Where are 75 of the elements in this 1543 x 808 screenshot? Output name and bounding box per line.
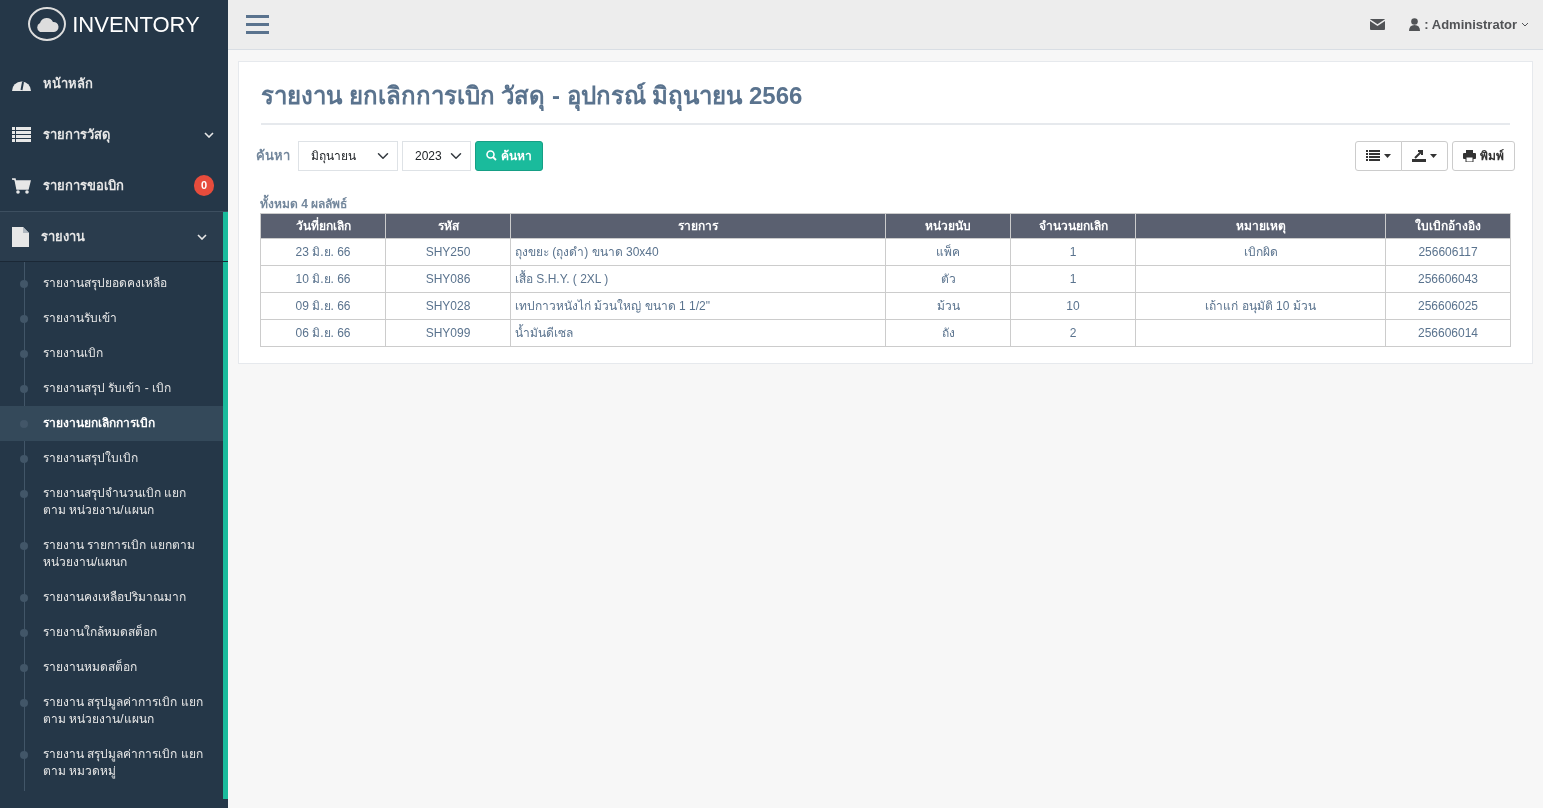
sidebar-item[interactable]: รายงาน [0,211,228,262]
table-cell: SHY028 [385,292,511,320]
file-icon [12,226,29,247]
table-cell: 1 [1010,265,1136,293]
table-cell: ถุงขยะ (ถุงดำ) ขนาด 30x40 [510,238,886,266]
submenu-item[interactable]: รายงาน รายการเบิก แยกตาม หน่วยงาน/แผนก [0,528,223,580]
columns-button[interactable] [1355,140,1402,171]
table-cell: น้ำมันดีเซล [510,319,886,347]
page-title: รายงาน ยกเลิกการเบิก วัสดุ - อุปกรณ์ มิถุนายน 2566 [261,82,1510,125]
table-cell: SHY086 [385,265,511,293]
column-header: จำนวนยกเลิก [1010,213,1136,239]
submenu-item[interactable]: รายงานใกล้หมดสต็อก [0,615,223,650]
list-icon [12,127,31,142]
submenu-item[interactable]: รายงานสรุปยอดคงเหลือ [0,266,223,301]
table-cell: แพ็ค [885,238,1011,266]
table-cell: 06 มิ.ย. 66 [260,319,386,347]
envelope-icon[interactable] [1370,19,1386,30]
table-cell: 256606117 [1385,238,1511,266]
submenu-item[interactable]: รายงานยกเลิกการเบิก [0,406,223,441]
table-cell: SHY250 [385,238,511,266]
brand-name: INVENTORY [72,10,200,39]
count-badge: 0 [193,175,214,196]
table-cell: 2 [1010,319,1136,347]
table-cell: ม้วน [885,292,1011,320]
column-header: รายการ [510,213,886,239]
table-cell: เสื้อ S.H.Y. ( 2XL ) [510,265,886,293]
export-icon [1412,149,1426,163]
column-header: วันที่ยกเลิก [260,213,386,239]
table-cell: 1 [1010,238,1136,266]
table-cell: SHY099 [385,319,511,347]
table-cell: 10 [1010,292,1136,320]
table-cell: 256606025 [1385,292,1511,320]
submenu-item[interactable]: รายงานคงเหลือปริมาณมาก [0,580,223,615]
submenu-item[interactable]: รายงานสรุปจำนวนเบิก แยกตาม หน่วยงาน/แผนก [0,476,223,528]
table-cell: เถ้าแก่ อนุมัติ 10 ม้วน [1135,292,1386,320]
table-cell: 10 มิ.ย. 66 [260,265,386,293]
submenu-item[interactable]: รายงานเบิก [0,336,223,371]
caret-icon [1384,153,1391,158]
submenu-item[interactable]: รายงานรับเข้า [0,301,223,336]
user-icon [1409,18,1421,31]
cart-icon [12,177,31,194]
export-button[interactable] [1401,140,1448,171]
list-icon [1366,150,1380,162]
table-cell: เทปกาวหนังไก่ ม้วนใหญ่ ขนาด 1 1/2" [510,292,886,320]
printer-icon [1463,149,1476,162]
table-cell: ตัว [885,265,1011,293]
table-cell: 09 มิ.ย. 66 [260,292,386,320]
year-select[interactable]: 2023 [402,140,471,171]
submenu-item[interactable]: รายงานหมดสต็อก [0,650,223,685]
column-header: รหัส [385,213,511,239]
caret-icon [1521,22,1529,27]
submenu-item[interactable]: รายงาน สรุปมูลค่าการเบิก แยก ตาม หน่วยงาน/แผนก [0,685,223,737]
table-cell: 256606043 [1385,265,1511,293]
month-select[interactable]: มิถุนายน [298,140,398,171]
table-cell: เบิกผิด [1135,238,1386,266]
cloud-logo-icon [28,7,67,41]
submenu-item[interactable]: รายงานสรุป รับเข้า - เบิก [0,371,223,406]
sidebar-item[interactable]: หน้าหลัก [0,58,228,109]
search-icon [486,150,497,162]
caret-icon [1430,153,1437,158]
table-cell: 256606014 [1385,319,1511,347]
submenu-item[interactable]: รายงาน สรุปมูลค่าการเบิก แยก ตาม หมวดหมู่ [0,737,223,789]
submenu-item[interactable]: รายงานสรุปใบเบิก [0,441,223,476]
search-label: ค้นหา [256,147,290,166]
user-menu[interactable]: : Administrator [1409,14,1529,35]
result-count: ทั้งหมด 4 ผลลัพธ์ [260,194,348,213]
column-header: หมายเหตุ [1135,213,1386,239]
column-header: หน่วยนับ [885,213,1011,239]
print-button[interactable]: พิมพ์ [1452,140,1515,171]
column-header: ใบเบิกอ้างอิง [1385,213,1511,239]
sidebar-item[interactable]: รายการขอเบิก 0 [0,160,228,211]
table-cell: 23 มิ.ย. 66 [260,238,386,266]
table-cell: ถัง [885,319,1011,347]
sidebar-item[interactable]: รายการวัสดุ [0,109,228,160]
menu-icon[interactable] [246,15,269,34]
